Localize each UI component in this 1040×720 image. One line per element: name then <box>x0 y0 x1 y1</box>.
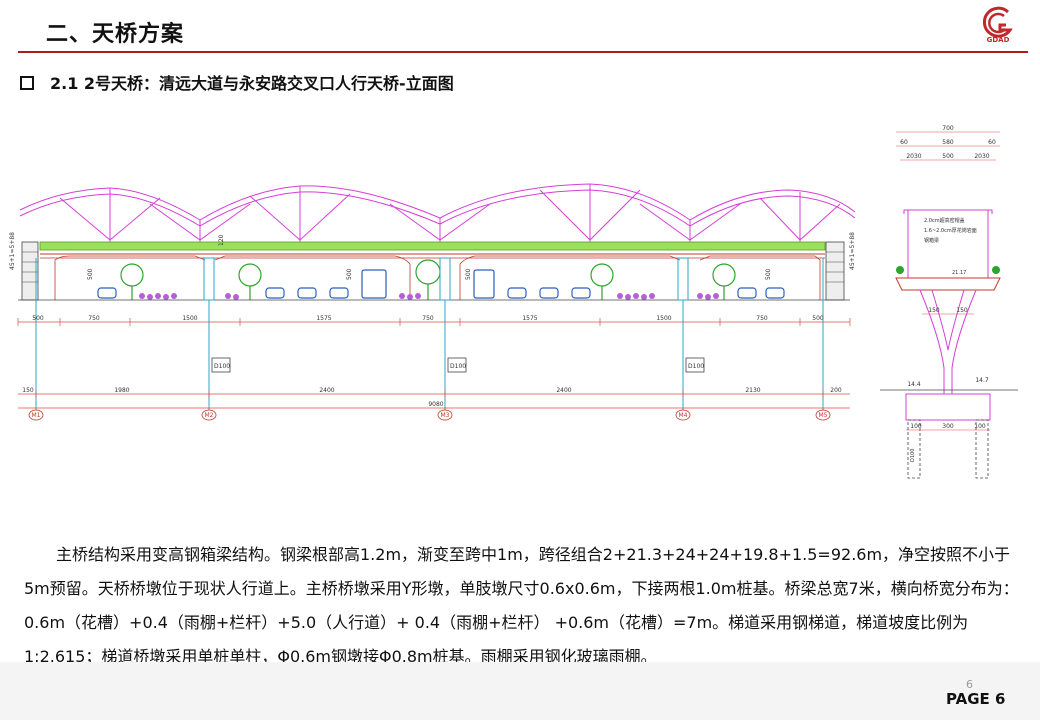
pile-label-3: D100 <box>688 363 704 370</box>
bullet-square-icon <box>20 75 34 90</box>
xs-dim-2-mid: 500 <box>942 153 954 160</box>
side-height-left: 45+1=5+88 <box>9 232 16 270</box>
clearance-1: 500 <box>87 268 94 280</box>
span-top-9: 500 <box>812 315 824 322</box>
pier-label-m2: M2 <box>205 412 214 419</box>
footer-band <box>0 662 1040 720</box>
pier-label-m4: M4 <box>679 412 688 419</box>
slide-title: 二、天桥方案 <box>46 22 185 47</box>
deck-thickness-label: 120 <box>218 234 225 246</box>
xs-dim-2-right: 2030 <box>974 153 989 160</box>
description-paragraph: 主桥结构采用变高钢箱梁结构。钢梁根部高1.2m，渐变至跨中1m，跨径组合2+21… <box>24 538 1030 674</box>
pile-label-1: D100 <box>214 363 230 370</box>
vehicles <box>97 269 785 299</box>
span-top-7: 1500 <box>656 315 671 322</box>
side-height-right: 45+1=5+88 <box>849 232 856 270</box>
xs-note-1: 2.0cm超高密帽盖 <box>924 217 965 224</box>
span-dimension-row <box>17 318 851 326</box>
section-heading-text: 2.1 2号天桥：清远大道与永安路交叉口人行天桥-立面图 <box>50 74 454 93</box>
xs-dim-mid-right: 150 <box>956 307 968 314</box>
xs-level-deck: 21.17 <box>952 270 966 276</box>
bridge-cross-section-drawing: 700 60 580 60 2030 500 2030 2.0cm超高密帽盖 1… <box>880 125 1018 479</box>
xs-dim-top-mid: 580 <box>942 139 954 146</box>
span-top-8: 750 <box>756 315 768 322</box>
title-divider <box>18 51 1028 53</box>
span-top-4: 1575 <box>316 315 331 322</box>
span-pier-2: 1980 <box>114 387 129 394</box>
logo-text: GDAD <box>987 36 1010 44</box>
xs-dim-top-right: 60 <box>988 139 996 146</box>
xs-dim-mid-left: 150 <box>928 307 940 314</box>
span-pier-1: 150 <box>22 387 34 394</box>
xs-box-girder <box>895 277 1001 291</box>
span-top-2: 750 <box>88 315 100 322</box>
span-pier-5: 2130 <box>745 387 760 394</box>
page-label: PAGE 6 <box>946 690 1006 708</box>
xs-note-3: 钢箱梁 <box>924 237 939 244</box>
stair-tower-right <box>825 241 845 301</box>
canopy-structure <box>19 183 856 242</box>
xs-dim-bottom-mid: 300 <box>942 423 954 430</box>
bridge-elevation-drawing: 45+1=5+88 45+1=5+88 120 500 500 500 500 <box>9 183 856 421</box>
pile-label-2: D100 <box>450 363 466 370</box>
total-length: 9080 <box>428 401 443 408</box>
roadside-trees <box>120 259 736 300</box>
clearance-3: 500 <box>465 268 472 280</box>
xs-dim-top-total: 700 <box>942 125 954 132</box>
xs-dim-top-left: 60 <box>900 139 908 146</box>
pier-markers <box>28 409 831 421</box>
span-pier-4: 2400 <box>556 387 571 394</box>
xs-planters <box>896 266 1000 274</box>
pier-label-m3: M3 <box>441 412 450 419</box>
clearance-2: 500 <box>346 268 353 280</box>
pier-label-m5: M5 <box>819 412 828 419</box>
span-top-5: 750 <box>422 315 434 322</box>
clearance-4: 500 <box>765 268 772 280</box>
section-heading: 2.1 2号天桥：清远大道与永安路交叉口人行天桥-立面图 <box>20 70 454 94</box>
xs-pile-label: D100 <box>910 449 916 462</box>
span-pier-6: 200 <box>830 387 842 394</box>
xs-notes: 2.0cm超高密帽盖 1.6~2.0cm厚花岗岩面 钢箱梁 21.17 <box>924 217 977 276</box>
xs-note-2: 1.6~2.0cm厚花岗岩面 <box>924 227 977 234</box>
xs-level-ground-right: 14.7 <box>975 377 989 384</box>
shrubs <box>139 293 719 300</box>
xs-dim-2-left: 2030 <box>906 153 921 160</box>
span-top-1: 500 <box>32 315 44 322</box>
span-pier-3: 2400 <box>319 387 334 394</box>
span-top-6: 1575 <box>522 315 537 322</box>
xs-pile-cap <box>905 393 991 421</box>
xs-level-ground-left: 14.4 <box>907 381 921 388</box>
gdad-logo: GDAD <box>982 6 1013 44</box>
pier-label-m1: M1 <box>32 412 41 419</box>
description-text: 主桥结构采用变高钢箱梁结构。钢梁根部高1.2m，渐变至跨中1m，跨径组合2+21… <box>24 545 1019 666</box>
span-top-3: 1500 <box>182 315 197 322</box>
